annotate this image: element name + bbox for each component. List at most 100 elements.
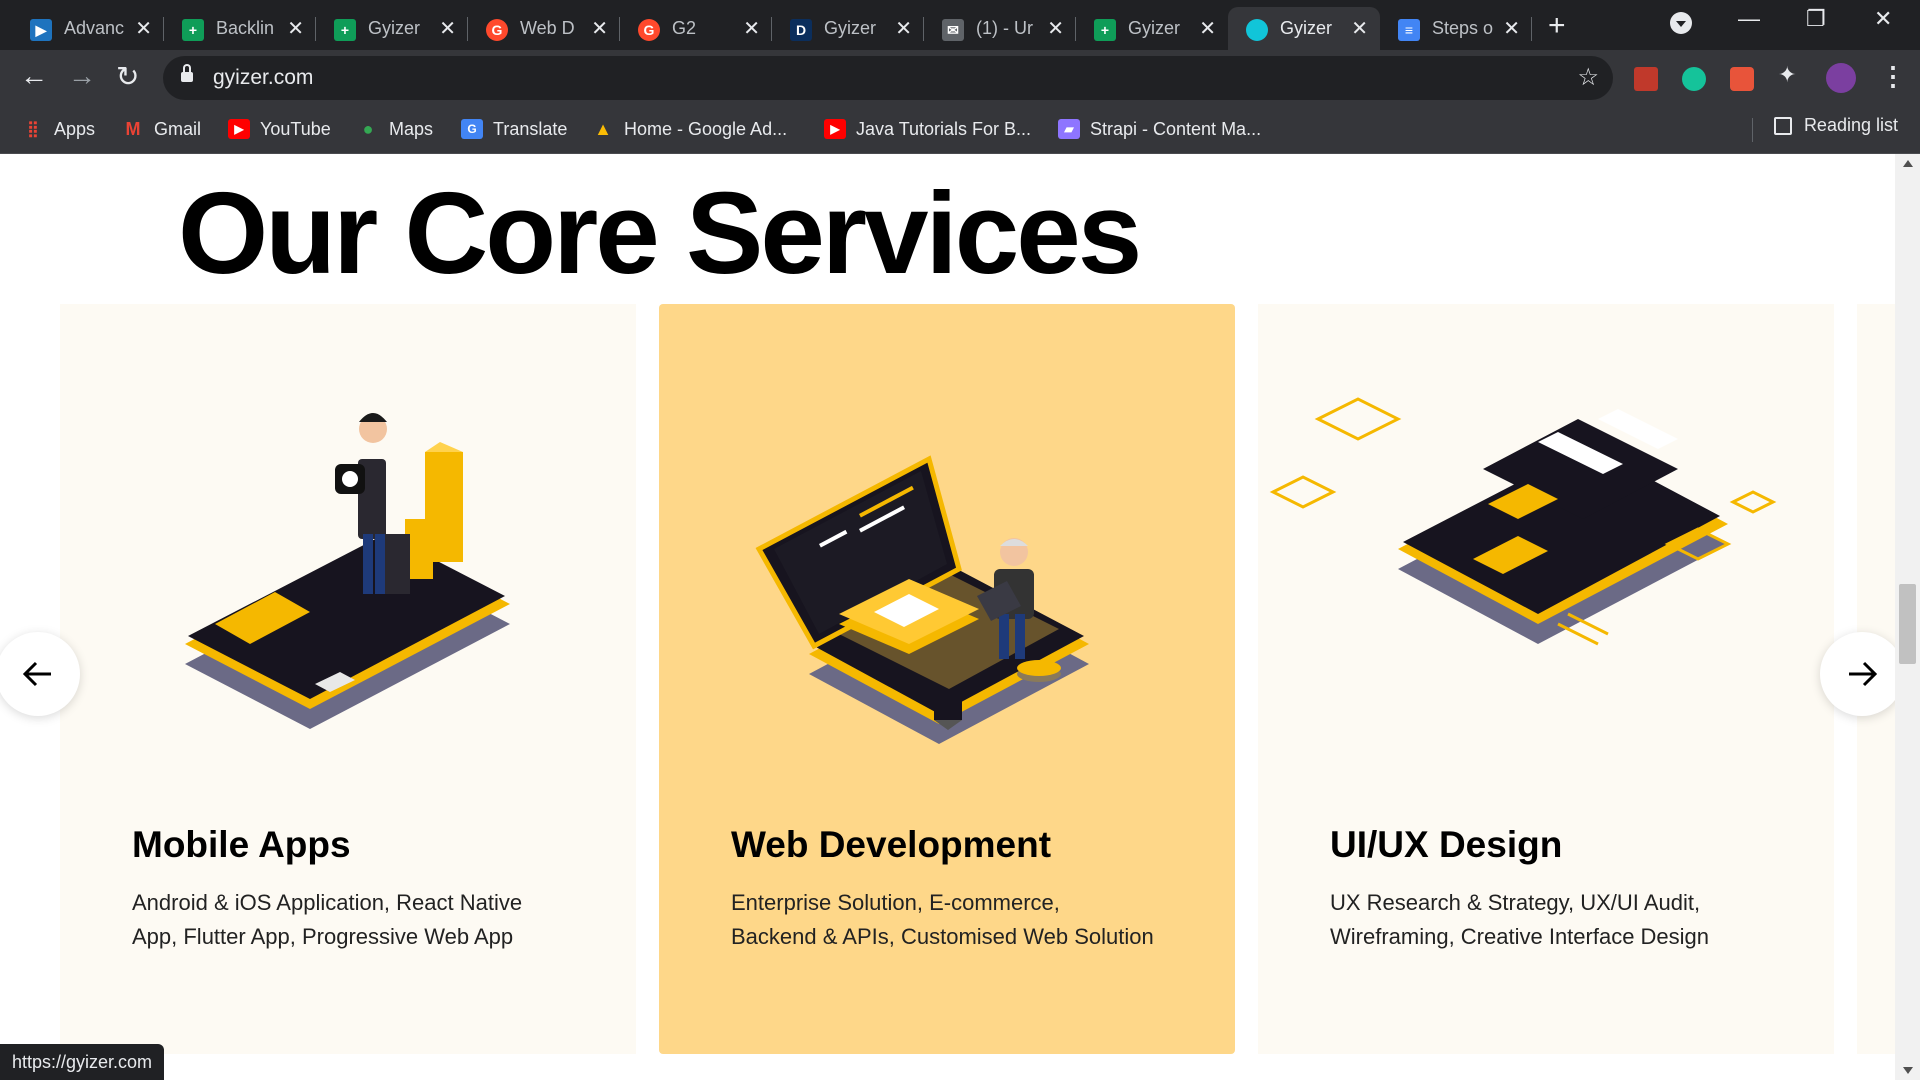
browser-tab[interactable]: ▶ Advanc ✕: [12, 7, 164, 50]
tab-separator: [1531, 17, 1532, 41]
forward-icon[interactable]: →: [68, 60, 96, 92]
bookmarks-separator: [1752, 118, 1753, 142]
browser-tab[interactable]: ✉ (1) - Ur ✕: [924, 7, 1076, 50]
bookmark-strapi[interactable]: ▰ Strapi - Content Ma...: [1058, 115, 1261, 143]
browser-tab[interactable]: + Gyizer ✕: [1076, 7, 1228, 50]
extension-icon[interactable]: [1730, 67, 1754, 91]
mobile-apps-illustration: [185, 413, 510, 729]
tab-title: G2: [672, 18, 697, 38]
tab-title: (1) - Ur: [976, 18, 1033, 38]
gmail-icon: M: [125, 118, 141, 139]
browser-tab[interactable]: G Web D ✕: [468, 7, 620, 50]
grammarly-icon[interactable]: [1682, 67, 1706, 91]
tab-title: Gyizer: [368, 18, 421, 38]
reading-list-button[interactable]: Reading list: [1773, 115, 1898, 136]
restore-icon[interactable]: ❐: [1806, 6, 1826, 32]
tab-title: Gyizer: [1280, 18, 1333, 38]
close-tab-icon[interactable]: ✕: [1199, 16, 1216, 41]
close-tab-icon[interactable]: ✕: [1351, 16, 1368, 41]
scroll-thumb[interactable]: [1899, 584, 1916, 664]
bookmark-star-icon[interactable]: ☆: [1577, 63, 1599, 92]
card-description-line: App, Flutter App, Progressive Web App: [132, 924, 514, 949]
apps-grid-icon: ⣿: [27, 121, 39, 138]
page-scrollbar[interactable]: [1895, 154, 1920, 1080]
lock-icon: [181, 64, 193, 83]
browser-tab[interactable]: + Gyizer ✕: [316, 7, 468, 50]
close-tab-icon[interactable]: ✕: [1503, 16, 1520, 41]
browser-tab[interactable]: + Backlin ✕: [164, 7, 316, 50]
browser-toolbar: ← → ↻ gyizer.com ☆ ✦ ⋮: [0, 50, 1920, 106]
service-card-web-development[interactable]: Web Development Enterprise Solution, E-c…: [659, 304, 1235, 1054]
web-page: Our Core Services Mobile Apps Android & …: [0, 154, 1895, 1080]
close-tab-icon[interactable]: ✕: [287, 16, 304, 41]
card-description: UX Research & Strategy, UX/UI Audit, Wir…: [1330, 886, 1790, 954]
youtube-icon: ▶: [824, 119, 846, 139]
bookmark-label: Java Tutorials For B...: [856, 118, 1032, 139]
card-description-line: Wireframing, Creative Interface Design: [1330, 924, 1710, 949]
bookmark-translate[interactable]: G Translate: [461, 115, 567, 143]
tab-title: Web D: [520, 18, 575, 38]
bookmark-youtube[interactable]: ▶ YouTube: [228, 115, 331, 143]
web-development-illustration: [755, 455, 1089, 744]
profile-avatar[interactable]: [1826, 63, 1856, 93]
page-title: Our Core Services: [178, 168, 1142, 298]
close-tab-icon[interactable]: ✕: [743, 16, 760, 41]
card-description-line: Enterprise Solution, E-commerce,: [731, 890, 1060, 915]
close-tab-icon[interactable]: ✕: [135, 16, 152, 41]
carousel-prev-button[interactable]: [0, 632, 80, 716]
browser-tab[interactable]: D Gyizer ✕: [772, 7, 924, 50]
bookmark-label: YouTube: [260, 118, 331, 139]
extensions-puzzle-icon[interactable]: ✦: [1778, 62, 1802, 87]
browser-tab[interactable]: G G2 ✕: [620, 7, 772, 50]
play-icon: ▶: [30, 19, 52, 41]
address-bar[interactable]: gyizer.com ☆: [163, 56, 1613, 100]
bookmark-label: Gmail: [154, 118, 202, 139]
sheets-icon: +: [1094, 19, 1116, 41]
sheets-icon: +: [334, 19, 356, 41]
close-tab-icon[interactable]: ✕: [895, 16, 912, 41]
bookmark-apps[interactable]: ⣿ Apps: [22, 115, 95, 143]
d-icon: D: [790, 19, 812, 41]
close-tab-icon[interactable]: ✕: [1047, 16, 1064, 41]
browser-tab[interactable]: ≡ Steps o ✕: [1380, 7, 1532, 50]
bookmark-maps[interactable]: ● Maps: [357, 115, 433, 143]
service-card-ui-ux-design[interactable]: UI/UX Design UX Research & Strategy, UX/…: [1258, 304, 1834, 1054]
url-text: gyizer.com: [213, 66, 314, 89]
tab-title: Gyizer: [1128, 18, 1181, 38]
card-title: Mobile Apps: [132, 824, 351, 865]
youtube-icon: ▶: [228, 119, 250, 139]
gyizer-icon: [1246, 19, 1268, 41]
new-tab-icon[interactable]: +: [1548, 9, 1566, 43]
minimize-icon[interactable]: —: [1738, 6, 1760, 32]
close-tab-icon[interactable]: ✕: [591, 16, 608, 41]
bookmark-label: Apps: [54, 118, 96, 139]
bookmark-label: Home - Google Ad...: [624, 118, 788, 139]
scroll-up-icon[interactable]: [1903, 160, 1913, 167]
reading-list-icon: [1773, 116, 1792, 135]
carousel-next-button[interactable]: [1820, 632, 1895, 716]
browser-tab-active[interactable]: Gyizer ✕: [1228, 7, 1380, 50]
tab-strip: ▶ Advanc ✕ + Backlin ✕ + Gyizer ✕ G Web …: [0, 0, 1920, 50]
close-tab-icon[interactable]: ✕: [439, 16, 456, 41]
card-description-line: Backend & APIs, Customised Web Solution: [731, 924, 1154, 949]
close-window-icon[interactable]: ✕: [1874, 6, 1892, 32]
service-card-mobile-apps[interactable]: Mobile Apps Android & iOS Application, R…: [60, 304, 636, 1054]
maps-pin-icon: ●: [362, 118, 374, 139]
menu-icon[interactable]: ⋮: [1880, 61, 1906, 92]
tab-title: Backlin: [216, 18, 275, 38]
card-title: Web Development: [731, 824, 1052, 865]
back-icon[interactable]: ←: [20, 60, 48, 92]
ui-ux-design-illustration: [1269, 397, 1777, 646]
bookmark-extension-icon[interactable]: [1634, 67, 1658, 91]
bookmark-java-tutorials[interactable]: ▶ Java Tutorials For B...: [824, 115, 1031, 143]
bookmark-label: Translate: [493, 118, 568, 139]
tab-title: Advanc: [64, 18, 125, 38]
bookmark-gmail[interactable]: M Gmail: [122, 115, 202, 143]
tab-search-icon[interactable]: [1670, 12, 1692, 34]
bookmark-google-ads[interactable]: ▲ Home - Google Ad...: [592, 115, 787, 143]
reload-icon[interactable]: ↻: [116, 60, 139, 93]
mail-icon: ✉: [942, 19, 964, 41]
bookmark-label: Maps: [389, 118, 434, 139]
scroll-down-icon[interactable]: [1903, 1067, 1913, 1074]
arrow-left-icon: [22, 661, 51, 687]
